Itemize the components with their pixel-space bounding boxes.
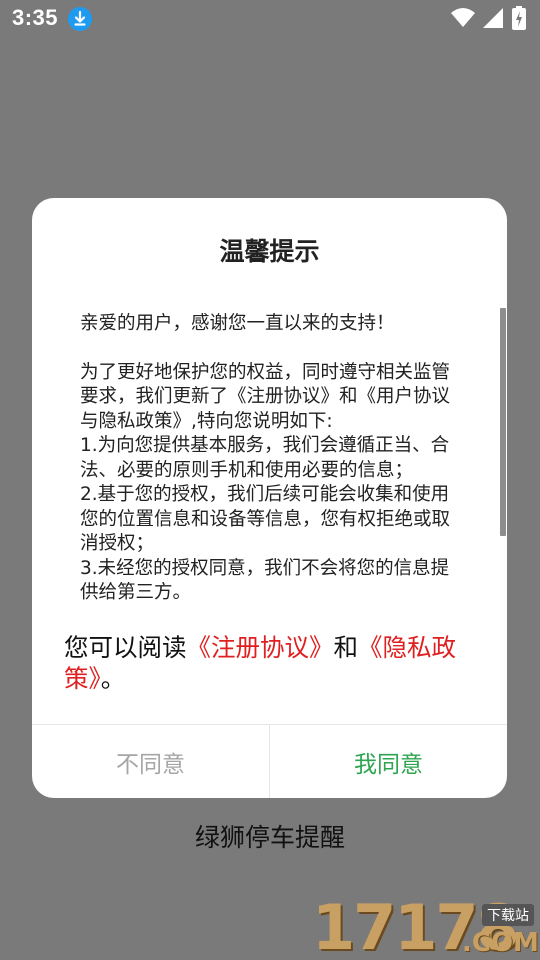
consent-text: 您可以阅读《注册协议》和《隐私政策》。: [64, 632, 484, 694]
watermark-logo: 17178 下载站 .COM: [312, 896, 540, 960]
battery-charging-icon: [512, 6, 526, 30]
agree-button[interactable]: 我同意: [270, 725, 507, 798]
wifi-icon: [451, 8, 475, 27]
scrollbar-thumb[interactable]: [500, 308, 506, 536]
consent-middle: 和: [333, 633, 359, 662]
app-name: 绿狮停车提醒: [194, 823, 345, 852]
watermark-label: 下载站: [482, 904, 534, 926]
watermark-com: .COM: [462, 928, 539, 958]
status-bar: 3:35: [0, 0, 540, 38]
greeting-text: 亲爱的用户，感谢您一直以来的支持！: [80, 313, 395, 334]
status-icons: [430, 6, 530, 32]
consent-prefix: 您可以阅读: [64, 633, 187, 662]
registration-agreement-link[interactable]: 《注册协议》: [187, 633, 334, 662]
disagree-button[interactable]: 不同意: [32, 725, 269, 798]
status-time: 3:35: [12, 5, 59, 30]
dialog-scroll-content[interactable]: 亲爱的用户，感谢您一直以来的支持！ 为了更好地保护您的权益，同时遵守相关监管要求…: [80, 312, 462, 608]
privacy-dialog: 温馨提示 亲爱的用户，感谢您一直以来的支持！ 为了更好地保护您的权益，同时遵守相…: [32, 198, 507, 798]
download-icon: [68, 7, 92, 31]
dialog-title: 温馨提示: [219, 237, 320, 266]
signal-icon: [483, 8, 503, 28]
consent-suffix: 。: [100, 664, 126, 693]
scrollbar[interactable]: [500, 308, 506, 608]
policy-notice-text: 为了更好地保护您的权益，同时遵守相关监管要求，我们更新了《注册协议》和《用户协议…: [80, 361, 451, 604]
